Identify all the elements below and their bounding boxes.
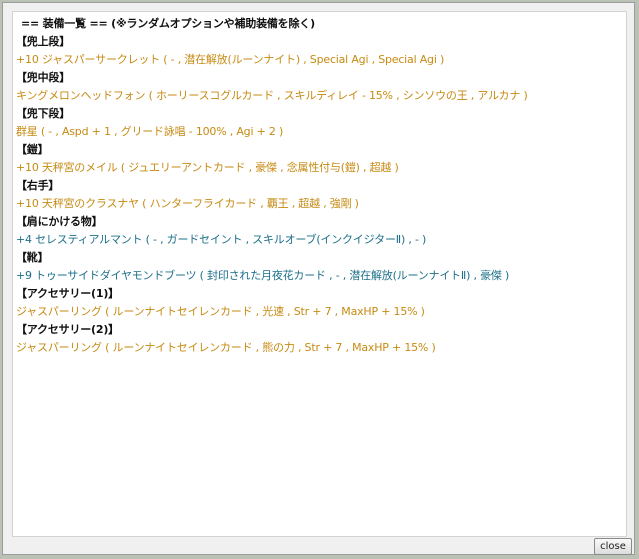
item-shoes: +9 トゥーサイドダイヤモンドブーツ ( 封印された月夜花カード , - , 潜… [16,269,510,282]
slot-label-head-low: 【兜下段】 [16,107,70,120]
equipment-list-panel: == 装備一覧 == (※ランダムオプションや補助装備を除く) 【兜上段】 +1… [12,11,627,537]
slot-label-accessory-2: 【アクセサリー(2)】 [16,323,119,336]
equipment-dialog: == 装備一覧 == (※ランダムオプションや補助装備を除く) 【兜上段】 +1… [2,2,635,555]
slot-label-garment: 【肩にかける物】 [16,215,103,228]
close-button[interactable]: close [594,538,632,555]
slot-label-right-hand: 【右手】 [16,179,60,192]
item-accessory-1: ジャスパーリング ( ルーンナイトセイレンカード , 光速 , Str + 7 … [16,305,425,318]
item-right-hand: +10 天秤宮のクラスナヤ ( ハンターフライカード , 覇王 , 超越 , 強… [16,197,359,210]
slot-label-armor: 【鎧】 [16,143,49,156]
item-accessory-2: ジャスパーリング ( ルーンナイトセイレンカード , 熊の力 , Str + 7… [16,341,436,354]
item-armor: +10 天秤宮のメイル ( ジュエリーアントカード , 豪傑 , 念属性付与(鎧… [16,161,399,174]
dialog-title: == 装備一覧 == (※ランダムオプションや補助装備を除く) [21,17,315,30]
slot-label-head-top: 【兜上段】 [16,35,70,48]
slot-label-shoes: 【靴】 [16,251,49,264]
item-head-mid: キングメロンヘッドフォン ( ホーリースコグルカード , スキルディレイ - 1… [16,89,528,102]
slot-label-head-mid: 【兜中段】 [16,71,70,84]
slot-label-accessory-1: 【アクセサリー(1)】 [16,287,119,300]
item-garment: +4 セレスティアルマント ( - , ガードセイント , スキルオーブ(インク… [16,233,427,246]
item-head-top: +10 ジャスパーサークレット ( - , 潜在解放(ルーンナイト) , Spe… [16,53,445,66]
item-head-low: 群星 ( - , Aspd + 1 , グリード詠唱 - 100% , Agi … [16,125,284,138]
